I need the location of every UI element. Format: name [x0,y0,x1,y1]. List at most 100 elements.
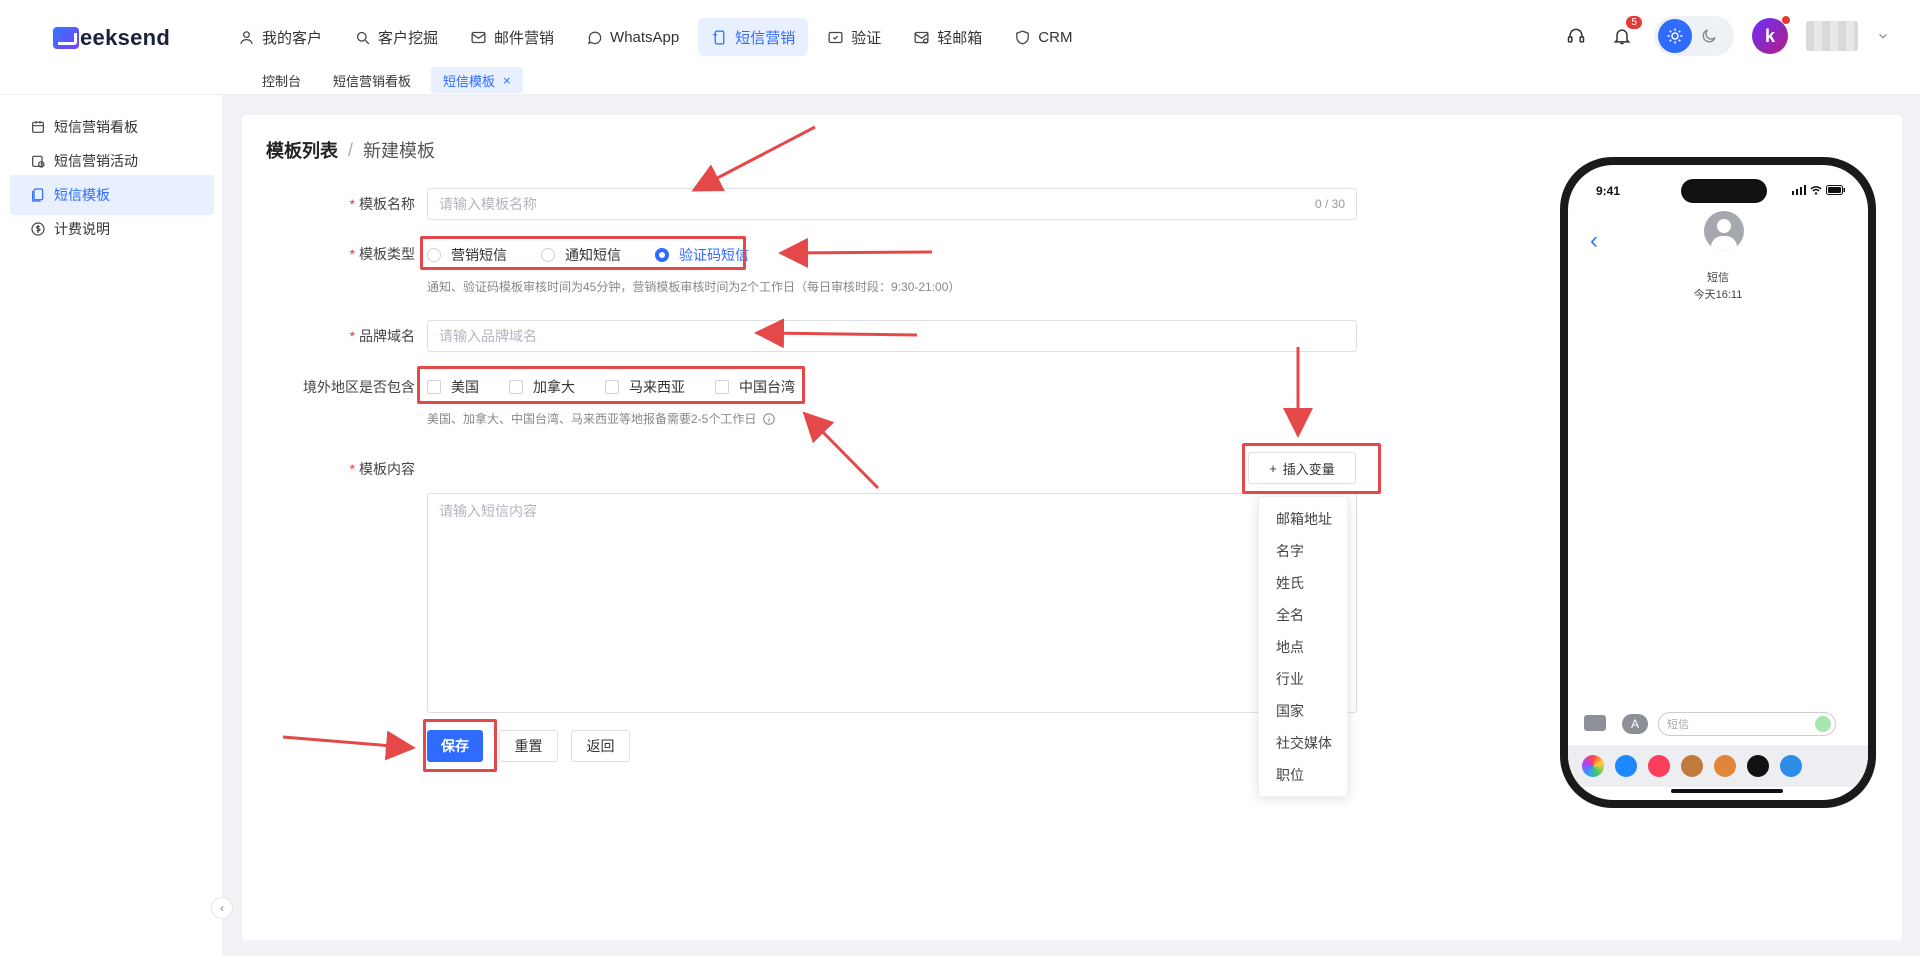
variable-dropdown: 邮箱地址 名字 姓氏 全名 地点 行业 国家 社交媒体 职位 [1258,496,1348,797]
back-chevron-icon[interactable]: ‹ [1590,227,1598,255]
verify-icon [828,31,843,43]
tab-label: 短信营销看板 [333,73,412,89]
nav-crm[interactable]: CRM [1001,18,1085,56]
user-icon [240,30,253,44]
tab-sms-template[interactable]: 短信模板 × [431,67,523,93]
nav-label: WhatsApp [610,28,680,46]
logo-mark-icon [53,27,79,49]
notification-badge: 5 [1626,16,1642,29]
message-input[interactable]: 短信 [1658,712,1836,736]
contact-name: 短信 [1707,272,1729,284]
variable-option[interactable]: 姓氏 [1259,567,1347,599]
appstore-app-icon[interactable] [1615,755,1637,777]
light-mail-icon [914,31,929,44]
digital-touch-app-icon[interactable] [1747,755,1769,777]
sun-icon[interactable] [1658,19,1692,53]
nav-light-mailbox[interactable]: 轻邮箱 [900,18,995,56]
template-icon [32,188,44,202]
contact-avatar-icon [1704,211,1744,251]
message-timestamp: 今天16:11 [1693,289,1743,301]
textarea-placeholder: 请输入短信内容 [439,503,537,519]
annotation-box-regions [417,366,805,404]
avatar[interactable]: k [1752,16,1790,54]
template-name-input[interactable]: 请输入模板名称 0 / 30 [427,188,1357,220]
variable-option[interactable]: 邮箱地址 [1259,503,1347,535]
sidebar-item-label: 短信营销活动 [54,153,138,169]
top-header: eeksend 我的客户 客户挖掘 邮件营销 WhatsApp 短信营销 验证 [0,0,1920,95]
imessage-app-strip [1568,745,1868,787]
annotation-box-save [423,719,497,772]
send-icon[interactable] [1815,716,1831,732]
nav-label: 客户挖掘 [378,29,439,47]
close-icon[interactable]: × [503,73,511,88]
crm-icon [1016,29,1030,45]
variable-option[interactable]: 社交媒体 [1259,727,1347,759]
annotation-box-insert-variable [1242,443,1381,494]
music-app-icon[interactable] [1648,755,1670,777]
main-nav: 我的客户 客户挖掘 邮件营销 WhatsApp 短信营销 验证 轻邮箱 CRM [225,18,1085,56]
calendar-icon [32,121,44,133]
back-button[interactable]: 返回 [571,730,630,762]
camera-icon[interactable] [1584,715,1606,731]
template-content-textarea[interactable]: 请输入短信内容 [427,493,1357,713]
breadcrumb-parent[interactable]: 模板列表 [266,137,338,163]
tab-console[interactable]: 控制台 [250,67,313,93]
support-icon[interactable] [1562,22,1590,50]
sidebar-collapse-button[interactable]: ‹ [211,897,233,919]
logo-text: eeksend [80,25,171,50]
template-content-label: * 模板内容 [349,461,415,477]
sms-icon [713,29,725,45]
memoji-app-icon[interactable] [1681,755,1703,777]
wifi-icon [1810,186,1822,195]
nav-verify[interactable]: 验证 [814,18,894,56]
nav-sms-marketing[interactable]: 短信营销 [698,18,809,56]
phone-preview: 9:41 ‹ 短信 今天16:11 A 短信 [1560,157,1876,808]
nav-customer-mining[interactable]: 客户挖掘 [341,18,451,56]
photos-app-icon[interactable] [1582,755,1604,777]
brand-domain-input[interactable]: 请输入品牌域名 [427,320,1357,352]
message-input-placeholder: 短信 [1667,719,1689,731]
more-app-icon[interactable] [1780,755,1802,777]
animoji-app-icon[interactable] [1714,755,1736,777]
sidebar-item-billing[interactable]: 计费说明 [10,209,214,249]
sidebar-item-label: 短信营销看板 [54,119,138,135]
message-compose-bar: A 短信 [1568,711,1868,741]
chevron-down-icon[interactable] [1876,29,1890,43]
variable-option[interactable]: 地点 [1259,631,1347,663]
dollar-icon [31,222,45,236]
bell-icon[interactable]: 5 [1608,16,1642,50]
tab-sms-dashboard[interactable]: 短信营销看板 [321,67,423,93]
nav-whatsapp[interactable]: WhatsApp [573,18,692,56]
signal-icon [1792,185,1806,195]
moon-icon[interactable] [1700,27,1718,45]
nav-my-customers[interactable]: 我的客户 [225,18,335,56]
avatar-letter: k [1764,25,1775,46]
phone-status-icons [1792,185,1846,195]
template-type-hint: 通知、验证码模板审核时间为45分钟，营销模板审核时间为2个工作日（每日审核时段：… [427,280,961,294]
tab-label: 短信模板 [443,73,496,89]
nav-label: 短信营销 [735,29,796,47]
theme-toggle[interactable] [1654,16,1734,56]
logo[interactable]: eeksend [53,22,170,54]
reset-button[interactable]: 重置 [499,730,558,762]
phone-screen: 9:41 ‹ 短信 今天16:11 A 短信 [1568,165,1868,800]
calendar-clock-icon [32,155,45,168]
brand-domain-label: * 品牌域名 [349,328,415,344]
variable-option[interactable]: 行业 [1259,663,1347,695]
battery-icon [1826,185,1845,195]
page-tabs: 控制台 短信营销看板 短信模板 × [250,67,523,93]
variable-option[interactable]: 职位 [1259,759,1347,791]
variable-option[interactable]: 名字 [1259,535,1347,567]
nav-email-marketing[interactable]: 邮件营销 [457,18,567,56]
template-name-label: * 模板名称 [349,196,415,212]
breadcrumb: 模板列表 / 新建模板 [266,137,435,163]
search-icon [356,31,370,44]
variable-option[interactable]: 全名 [1259,599,1347,631]
sidebar-item-label: 短信模板 [54,187,110,203]
variable-option[interactable]: 国家 [1259,695,1347,727]
info-icon[interactable] [762,412,776,426]
template-type-label: * 模板类型 [349,246,415,262]
phone-time: 9:41 [1596,184,1621,198]
app-store-icon[interactable]: A [1622,714,1648,734]
chevron-left-icon: ‹ [220,901,224,915]
